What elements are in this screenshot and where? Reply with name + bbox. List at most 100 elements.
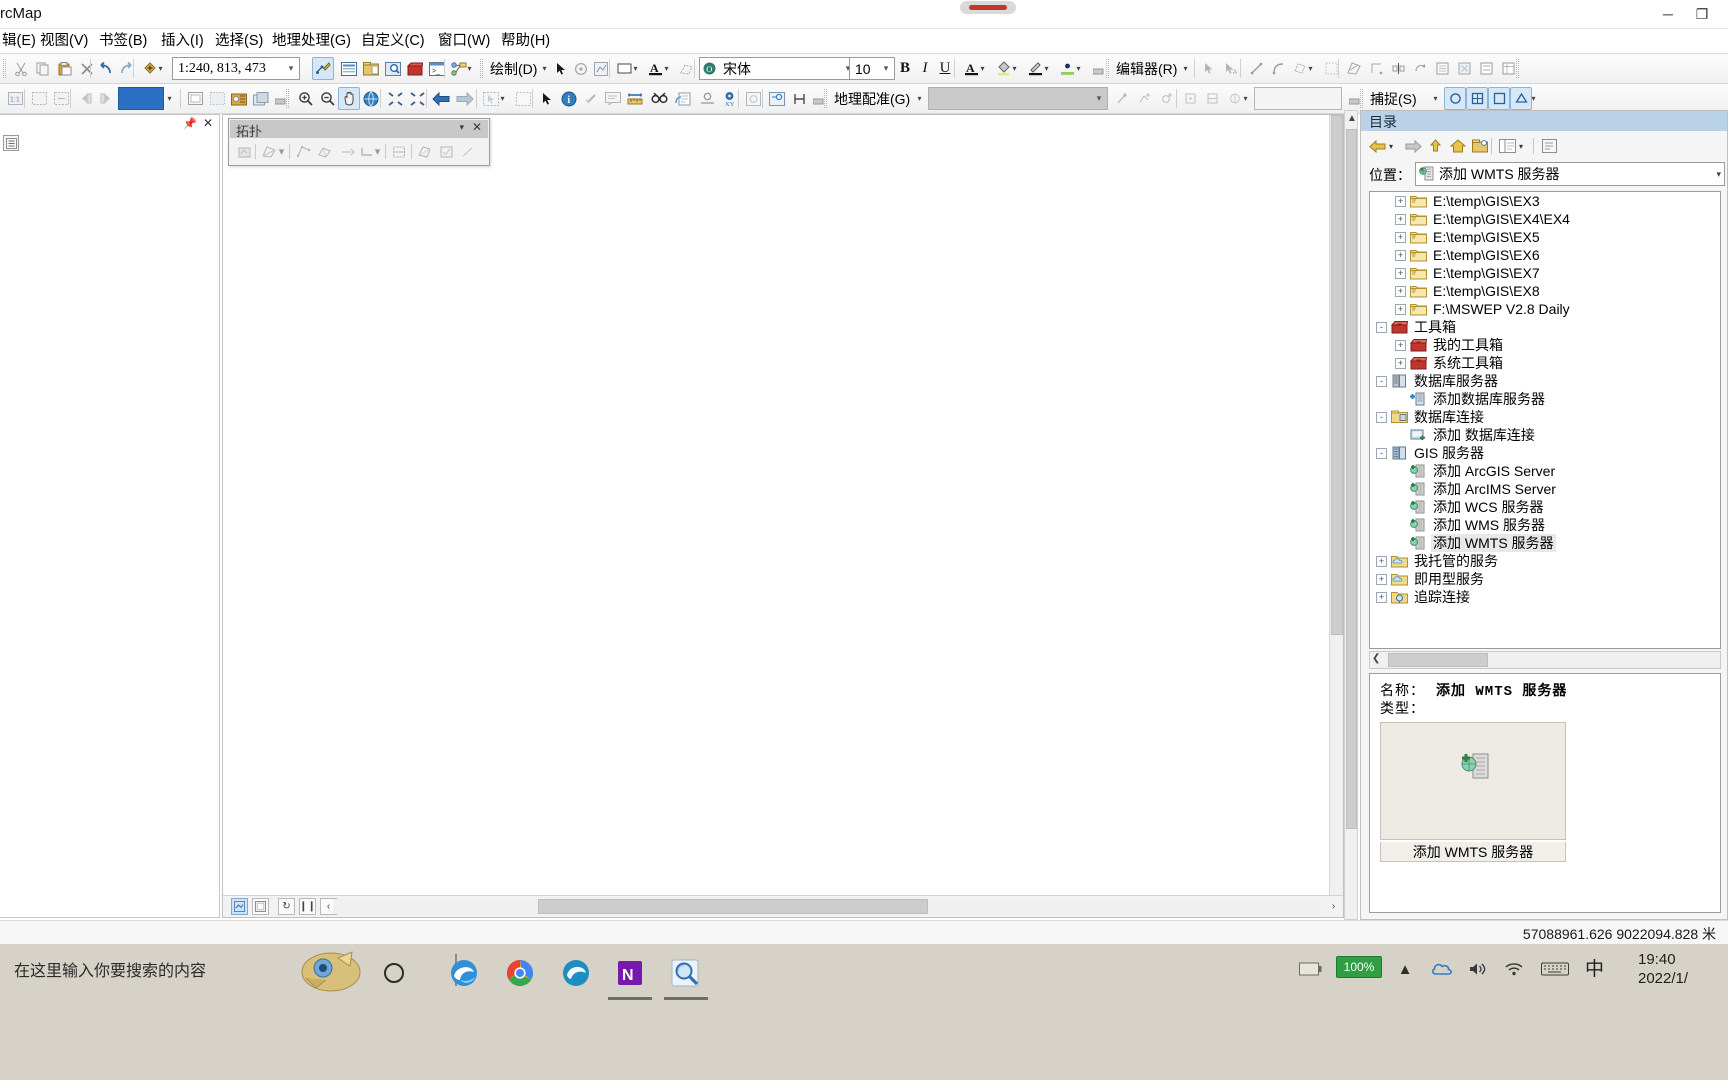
catalog-tree-item[interactable]: + E:\temp\GIS\EX4\EX4 — [1370, 210, 1720, 228]
reshape-edge-icon[interactable] — [315, 141, 336, 162]
up-one-level-icon[interactable] — [1425, 136, 1446, 156]
collapse-icon[interactable]: - — [1376, 321, 1387, 333]
text-color-dropdown-icon[interactable]: ▾ — [979, 65, 986, 73]
catalog-tree-item[interactable]: + E:\temp\GIS\EX5 — [1370, 228, 1720, 246]
rotate-tool-icon[interactable] — [1409, 57, 1431, 80]
scroll-left-arrow-icon[interactable]: ❮ — [1372, 653, 1380, 664]
close-icon[interactable]: ✕ — [203, 116, 213, 130]
data-view-icon[interactable] — [231, 898, 248, 915]
arcmap-icon[interactable] — [662, 950, 710, 1000]
zoom-out-icon[interactable] — [316, 87, 338, 110]
flicker-icon[interactable] — [250, 87, 272, 110]
toolbar-grip[interactable] — [824, 89, 827, 108]
catalog-tree-item[interactable]: 添加 WCS 服务器 — [1370, 498, 1720, 516]
paste-icon[interactable] — [54, 57, 76, 80]
edge-snapping-icon[interactable] — [1510, 87, 1532, 110]
table-of-contents-icon[interactable] — [338, 57, 360, 80]
split-polygon-icon[interactable] — [1343, 57, 1365, 80]
font-name-combo[interactable]: O 宋体 ▾ — [699, 57, 857, 80]
topology-edit-dropdown-icon[interactable]: ▾ — [277, 141, 286, 162]
connect-folder-icon[interactable] — [1469, 136, 1490, 156]
transparency-combo[interactable] — [118, 87, 164, 110]
zoom-in-fixed-icon[interactable] — [384, 87, 406, 110]
split-topology-icon[interactable] — [389, 141, 410, 162]
map-vertical-scrollbar[interactable] — [1329, 115, 1343, 895]
construct-features-icon[interactable] — [415, 141, 436, 162]
fill-bucket-dropdown-icon[interactable]: ▾ — [1011, 65, 1018, 73]
curve-segment-icon[interactable] — [1267, 57, 1289, 80]
topology-toolbar-titlebar[interactable]: 拓扑 ▾ ✕ — [230, 120, 488, 139]
editor-toolbar-icon[interactable] — [312, 57, 334, 80]
create-features-panel-icon[interactable] — [1475, 57, 1497, 80]
snapping-menu-label[interactable]: 捕捉(S) — [1370, 90, 1417, 109]
cortana-icon[interactable] — [300, 948, 364, 996]
onedrive-icon[interactable] — [1430, 956, 1454, 982]
catalog-panel[interactable]: 目录 ▾ ▾ 位置： 添加 WMTS 服务器 ▾ + E:\temp\GIS\E… — [1360, 110, 1728, 920]
catalog-tree-item[interactable]: + 追踪连接 — [1370, 588, 1720, 606]
edge-icon[interactable] — [440, 950, 488, 996]
validate-topology-icon[interactable] — [437, 141, 458, 162]
location-combo[interactable]: 添加 WMTS 服务器 ▾ — [1415, 162, 1725, 186]
modify-edge-icon[interactable] — [293, 141, 314, 162]
back-extent-icon[interactable] — [430, 87, 452, 110]
catalog-tree-item[interactable]: - 工具箱 — [1370, 318, 1720, 336]
catalog-tree-item[interactable]: + E:\temp\GIS\EX6 — [1370, 246, 1720, 264]
expand-icon[interactable]: + — [1395, 339, 1406, 351]
bold-button[interactable]: B — [894, 57, 916, 80]
close-icon[interactable]: ✕ — [472, 120, 482, 134]
catalog-tree-item[interactable]: + 我的工具箱 — [1370, 336, 1720, 354]
select-elements-icon[interactable] — [550, 57, 572, 80]
rotate-element-icon[interactable] — [570, 57, 592, 80]
expand-icon[interactable]: + — [1395, 249, 1406, 261]
arctoolbox-icon[interactable] — [404, 57, 426, 80]
catalog-tree-item[interactable]: + 即用型服务 — [1370, 570, 1720, 588]
underline-button[interactable]: U — [934, 57, 956, 80]
effects-icon[interactable] — [206, 87, 228, 110]
expand-icon[interactable]: + — [1395, 267, 1406, 279]
back-icon[interactable] — [1367, 136, 1388, 156]
zoom-in-icon[interactable] — [294, 87, 316, 110]
catalog-tree-item[interactable]: + F:\MSWEP V2.8 Daily — [1370, 300, 1720, 318]
add-data-dropdown-icon[interactable]: ▾ — [157, 65, 164, 73]
align-edge-icon[interactable] — [337, 141, 358, 162]
menu-item-view[interactable]: 视图(V) — [36, 32, 92, 51]
keyboard-icon[interactable] — [1540, 956, 1570, 982]
home-icon[interactable] — [1447, 136, 1468, 156]
editor-menu-label[interactable]: 编辑器(R) — [1116, 60, 1177, 79]
georeferencing-dropdown-icon[interactable]: ▾ — [916, 95, 923, 103]
font-color-dropdown-icon[interactable]: ▾ — [663, 65, 670, 73]
georeferencing-layer-combo[interactable]: ▾ — [928, 87, 1108, 110]
pause-icon[interactable]: ❙❙ — [299, 898, 316, 915]
italic-button[interactable]: I — [914, 57, 936, 80]
toolbar-grip[interactable] — [286, 89, 289, 108]
time-slider-icon[interactable] — [742, 87, 764, 110]
chrome-icon[interactable] — [496, 950, 544, 996]
view-link-table-icon[interactable] — [1134, 87, 1156, 110]
map-scale-combo[interactable]: 1:240, 813, 473 ▾ — [172, 57, 300, 80]
mirror-features-icon[interactable] — [1387, 57, 1409, 80]
clear-selection-icon[interactable] — [512, 87, 534, 110]
toolbar-grip[interactable] — [1360, 89, 1363, 108]
catalog-tree-item[interactable]: + E:\temp\GIS\EX7 — [1370, 264, 1720, 282]
map-canvas[interactable] — [223, 115, 1329, 895]
catalog-tree-item[interactable]: - 数据库服务器 — [1370, 372, 1720, 390]
catalog-tree-item[interactable]: - 数据库连接 — [1370, 408, 1720, 426]
catalog-tree-scrollbar[interactable]: ❮ — [1369, 651, 1721, 669]
topology-error-inspector-icon[interactable] — [457, 141, 478, 162]
next-extent-icon[interactable] — [96, 87, 118, 110]
task-view-icon[interactable] — [370, 950, 418, 996]
select-features-dropdown-icon[interactable]: ▾ — [499, 95, 506, 103]
toolbar-grip[interactable] — [3, 59, 6, 78]
measure-icon[interactable] — [624, 87, 646, 110]
identify-icon[interactable]: i — [558, 87, 580, 110]
snapping-more-icon[interactable]: ▾ — [1530, 95, 1537, 103]
draw-dropdown-icon[interactable]: ▾ — [541, 65, 548, 73]
expand-icon[interactable]: + — [1395, 231, 1406, 243]
toolbar-grip[interactable] — [1516, 59, 1519, 78]
map-horizontal-scrollbar[interactable]: › — [333, 899, 1335, 914]
scale-1to1-icon[interactable]: 1:1 — [4, 87, 26, 110]
catalog-tree[interactable]: + E:\temp\GIS\EX3 + E:\temp\GIS\EX4\EX4 + E:\… — [1369, 191, 1721, 649]
edit-tool-icon[interactable] — [1198, 57, 1220, 80]
editor-dropdown-icon[interactable]: ▾ — [1182, 65, 1189, 73]
edge-legacy-icon[interactable] — [552, 950, 600, 996]
